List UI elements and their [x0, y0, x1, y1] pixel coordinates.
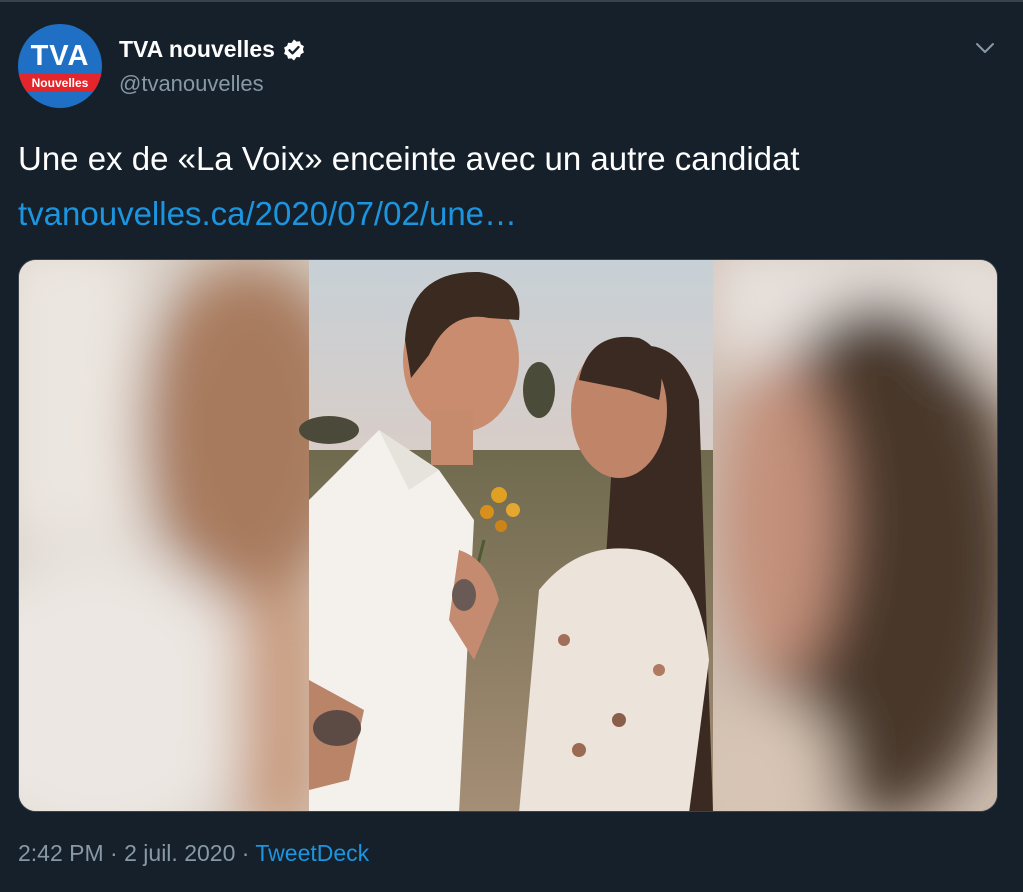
- avatar-logo-text: TVA: [30, 40, 90, 72]
- avatar[interactable]: TVA Nouvelles: [18, 24, 102, 108]
- verified-badge-icon: [282, 38, 306, 62]
- avatar-logo-band: Nouvelles: [18, 74, 102, 92]
- tweet-text: Une ex de «La Voix» enceinte avec un aut…: [18, 140, 800, 177]
- display-name-row[interactable]: TVA nouvelles: [119, 36, 306, 63]
- user-handle[interactable]: @tvanouvelles: [119, 71, 264, 97]
- tweet-source-link[interactable]: TweetDeck: [255, 840, 369, 866]
- tweet-media-photo[interactable]: [18, 259, 998, 812]
- photo-couple-illustration: [19, 260, 997, 811]
- blurred-left-panel: [19, 260, 359, 811]
- display-name[interactable]: TVA nouvelles: [119, 36, 275, 63]
- meta-separator: ·: [110, 840, 118, 866]
- tweet-time[interactable]: 2:42 PM: [18, 840, 104, 866]
- tweet-meta: 2:42 PM · 2 juil. 2020 · TweetDeck: [18, 840, 369, 867]
- meta-separator: ·: [241, 840, 250, 866]
- tweet-card: TVA Nouvelles TVA nouvelles @tvanouvelle…: [0, 0, 1023, 892]
- chevron-down-icon[interactable]: [972, 35, 998, 61]
- center-photo: [299, 260, 713, 811]
- tweet-link[interactable]: tvanouvelles.ca/2020/07/02/une…: [18, 195, 517, 233]
- tweet-date[interactable]: 2 juil. 2020: [124, 840, 235, 866]
- blurred-right-panel: [679, 260, 997, 811]
